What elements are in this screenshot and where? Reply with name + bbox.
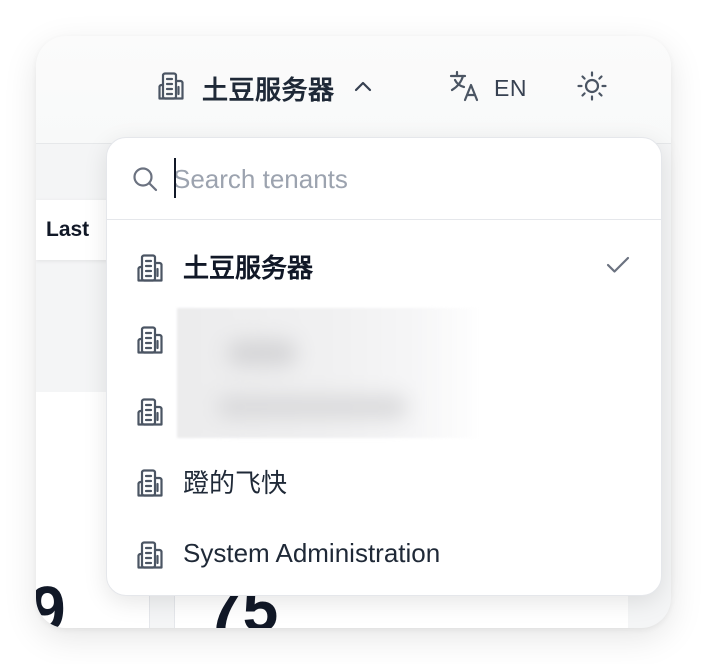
language-label: EN — [494, 74, 527, 101]
theme-toggle-button[interactable] — [574, 70, 610, 106]
top-bar: 土豆服务器 EN — [36, 36, 671, 144]
tenant-option[interactable]: 蹬的飞快 — [107, 445, 661, 517]
building-icon — [156, 70, 188, 107]
time-range-label: Last — [46, 218, 90, 241]
tenant-search-row — [107, 138, 661, 220]
tenant-option-label: 蹬的飞快 — [183, 468, 288, 499]
tenant-dropdown: 土豆服务器 — [106, 137, 662, 596]
tenant-option-label: System Administration — [183, 537, 441, 568]
language-switcher-button[interactable]: EN — [448, 68, 527, 108]
sun-icon — [576, 70, 608, 107]
building-icon — [135, 324, 167, 361]
tenant-search-input[interactable] — [173, 158, 633, 200]
chevron-up-icon — [353, 79, 373, 98]
building-icon — [135, 539, 167, 576]
check-icon — [605, 254, 631, 281]
search-icon — [131, 165, 159, 198]
translate-icon — [448, 69, 482, 108]
tenant-switcher-button[interactable]: 土豆服务器 — [156, 66, 373, 110]
stat-value-left: 9 — [36, 573, 66, 628]
tenant-option[interactable] — [107, 302, 661, 374]
tenant-option[interactable]: System Administration — [107, 517, 661, 589]
tenant-option[interactable] — [107, 374, 661, 446]
tenant-option-label: 土豆服务器 — [183, 253, 314, 284]
tenant-option[interactable]: 土豆服务器 — [107, 230, 661, 302]
text-caret — [174, 158, 176, 198]
current-tenant-label: 土豆服务器 — [202, 75, 335, 106]
building-icon — [135, 396, 167, 433]
building-icon — [135, 252, 167, 289]
building-icon — [135, 467, 167, 504]
